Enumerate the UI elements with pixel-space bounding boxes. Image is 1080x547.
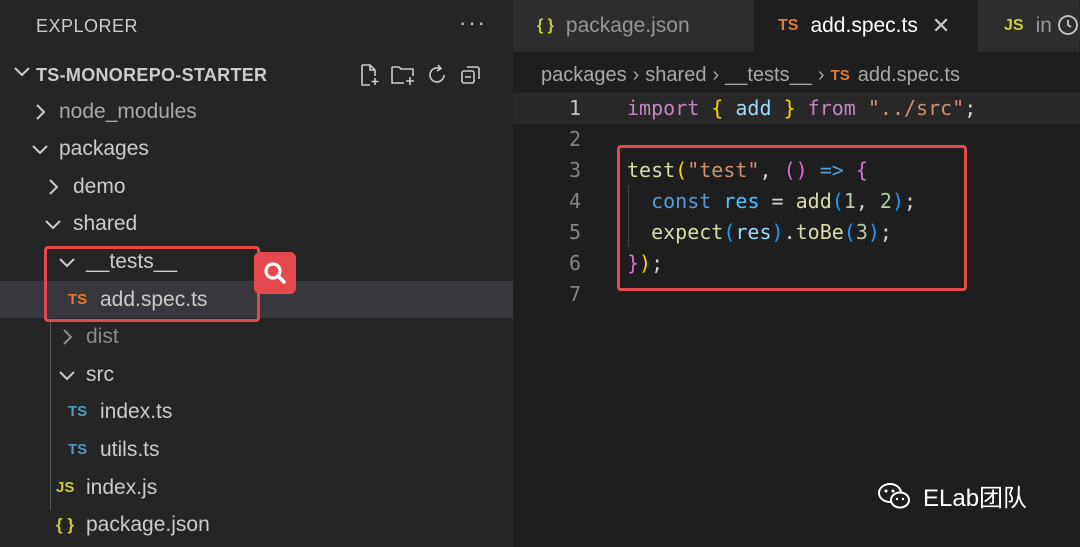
json-file-icon: { } [537,17,554,34]
tab-add-spec-ts[interactable]: TS add.spec.ts ✕ [754,0,978,52]
chevron-down-icon [45,220,61,230]
new-file-icon[interactable] [356,62,382,88]
chevron-down-icon [14,67,30,77]
highlight-box-test-block [617,145,967,291]
breadcrumb: packages › shared › __tests__ › TS add.s… [541,58,960,92]
json-file-icon: { } [56,514,74,534]
tree-item-label: node_modules [59,99,197,123]
breadcrumb-item[interactable]: shared [645,64,706,87]
highlight-box-tests [44,246,260,322]
project-root[interactable]: TS-MONOREPO-STARTER [0,56,513,94]
tree-item-packages[interactable]: packages [0,130,513,167]
explorer-title: EXPLORER [36,15,139,36]
tree-item-shared[interactable]: shared [0,205,513,242]
explorer-header: EXPLORER ··· [0,0,513,52]
tree-item-index-ts[interactable]: TS index.ts [0,393,513,430]
tab-label: in [1035,14,1052,37]
wechat-logo-icon [878,482,910,508]
javascript-file-icon: JS [1004,17,1024,34]
tree-item-utils-ts[interactable]: TS utils.ts [0,431,513,468]
project-name: TS-MONOREPO-STARTER [36,64,268,85]
line-number: 3 [568,158,581,182]
refresh-icon[interactable] [424,62,450,88]
tree-item-label: index.js [86,475,158,499]
more-actions-icon[interactable]: ··· [459,10,487,36]
tree-item-label: package.json [86,512,210,536]
tab-label: add.spec.ts [810,14,918,37]
chevron-right-icon [63,329,73,345]
chevron-down-icon [59,371,75,381]
typescript-file-icon: TS [830,66,850,84]
tree-item-label: utils.ts [100,437,160,461]
tree-item-label: demo [73,174,126,198]
tree-item-label: src [86,362,114,386]
chevron-down-icon [32,145,48,155]
code-text: import { add } from "../src"; [627,96,977,120]
chevron-right-icon [36,104,46,120]
line-number: 6 [568,251,581,275]
javascript-file-icon: JS [56,479,75,496]
watermark: ELab团队 [877,478,1027,513]
line-number: 7 [568,282,581,306]
breadcrumb-item[interactable]: packages [541,64,627,87]
tree-item-src[interactable]: src [0,356,513,393]
tree-item-label: shared [73,211,138,235]
watermark-text: ELab团队 [923,485,1028,512]
new-folder-icon[interactable] [390,62,416,88]
typescript-file-icon: TS [778,17,799,34]
collapse-all-icon[interactable] [458,62,484,88]
chevron-right-icon: › [817,63,825,86]
tab-package-json[interactable]: { } package.json [513,0,754,52]
tab-label: package.json [565,14,690,37]
chevron-right-icon: › [712,63,720,86]
explorer-actions [356,62,484,88]
line-number: 1 [568,96,581,120]
chevron-right-icon: › [632,63,640,86]
tab-bar: { } package.json TS add.spec.ts ✕ JS in [513,0,1080,52]
tree-item-index-js[interactable]: JS index.js [0,469,513,506]
close-icon[interactable]: ✕ [932,13,950,39]
tree-item-demo[interactable]: demo [0,168,513,205]
line-number: 5 [568,220,581,244]
chevron-right-icon [49,179,59,195]
line-number: 4 [568,189,581,213]
search-icon[interactable] [254,252,296,294]
explorer-sidebar: EXPLORER ··· TS-MONOREPO-STARTER node_mo… [0,0,513,547]
tree-item-node-modules[interactable]: node_modules [0,93,513,130]
typescript-file-icon: TS [68,403,88,420]
breadcrumb-item[interactable]: __tests__ [725,64,812,87]
tree-item-label: dist [86,324,119,348]
line-number: 2 [568,127,581,151]
typescript-file-icon: TS [68,441,88,458]
tree-item-label: index.ts [100,399,173,423]
tree-item-label: packages [59,136,149,160]
editor-pane: { } package.json TS add.spec.ts ✕ JS in … [513,0,1080,547]
code-line: 1 import { add } from "../src"; [513,93,1080,124]
breadcrumb-file[interactable]: add.spec.ts [858,64,960,87]
tree-item-dist[interactable]: dist [0,318,513,355]
history-icon[interactable] [1054,12,1080,38]
tree-item-package-json[interactable]: { } package.json [0,506,513,543]
